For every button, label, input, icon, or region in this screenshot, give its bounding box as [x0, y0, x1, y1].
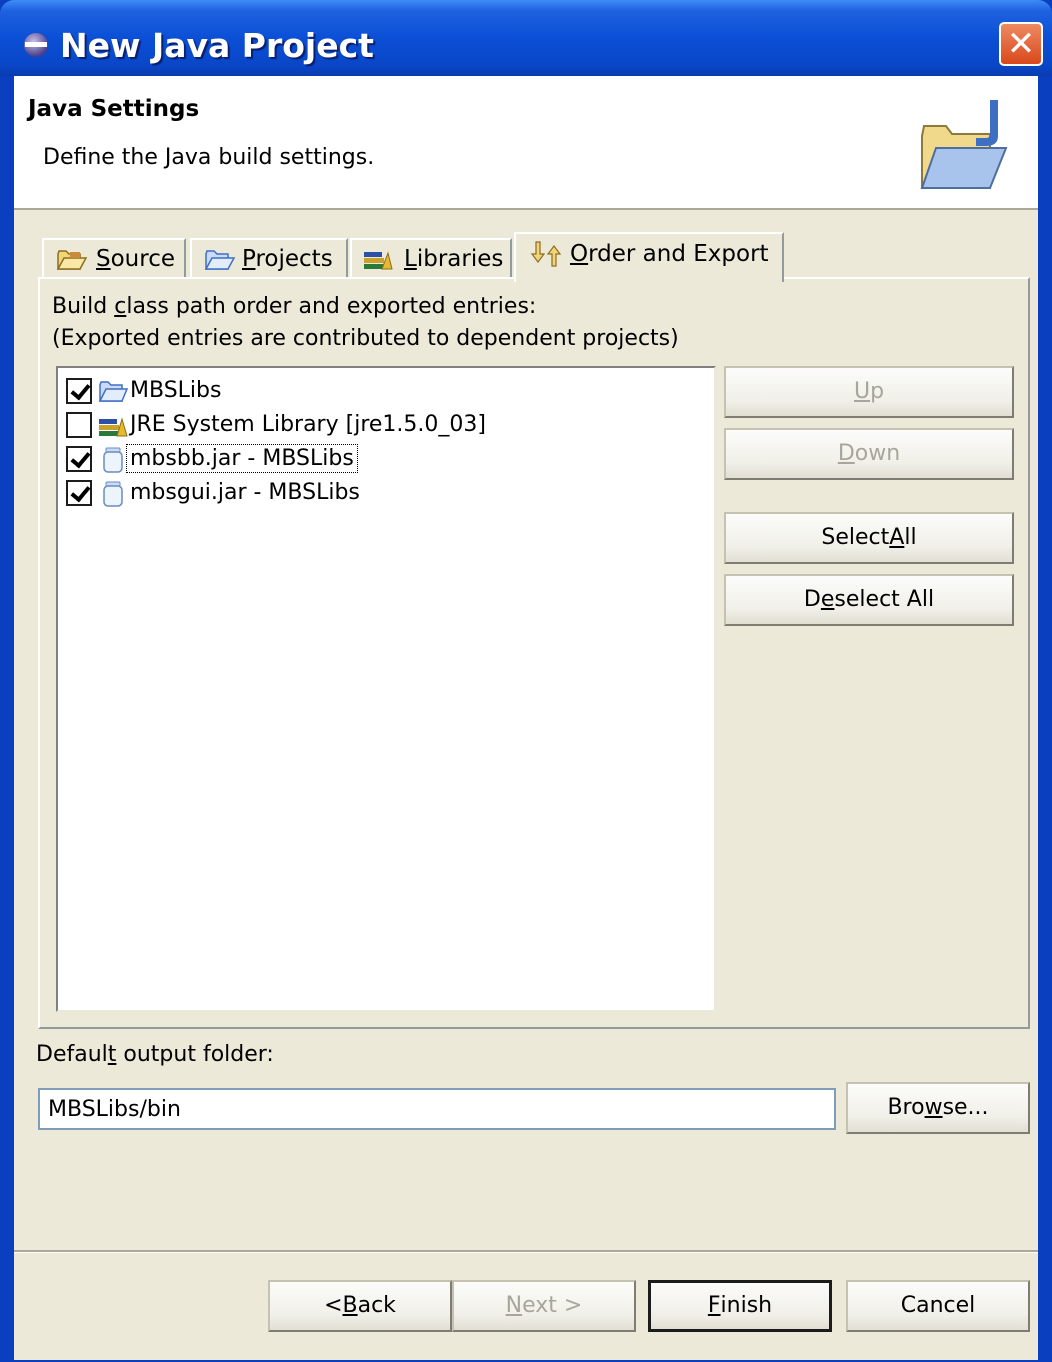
libraries-icon [364, 251, 393, 270]
next-button[interactable]: Next > [452, 1280, 636, 1332]
up-button[interactable]: Up [724, 366, 1014, 418]
entry-checkbox[interactable] [66, 446, 92, 472]
tab-order-and-export-label: Order and Export [570, 241, 769, 267]
source-folder-icon [56, 250, 88, 270]
dialog-client-area: Java Settings Define the Java build sett… [14, 76, 1038, 1360]
order-export-icon [530, 241, 562, 267]
window-title: New Java Project [60, 26, 374, 65]
finish-button[interactable]: Finish [648, 1280, 832, 1332]
cancel-button[interactable]: Cancel [846, 1280, 1030, 1332]
output-folder-field[interactable] [38, 1088, 836, 1130]
entry-label: MBSLibs [130, 378, 222, 403]
list-item[interactable]: mbsbb.jar - MBSLibs [58, 444, 698, 478]
deselect-all-button[interactable]: Deselect All [724, 574, 1014, 626]
wizard-header: Java Settings Define the Java build sett… [14, 76, 1038, 210]
entry-checkbox[interactable] [66, 480, 92, 506]
tab-libraries[interactable]: Libraries [350, 238, 512, 280]
tab-projects[interactable]: Projects [190, 238, 348, 280]
list-item[interactable]: JRE System Library [jre1.5.0_03] [58, 410, 698, 444]
footer-separator [14, 1250, 1038, 1253]
classpath-entry-list[interactable]: MBSLibs JRE System Library [jre1.5.0_03] [56, 366, 716, 1012]
dialog-window: New Java Project ✕ Java Settings Define … [0, 0, 1052, 1362]
back-button[interactable]: < Back [268, 1280, 452, 1332]
close-icon: ✕ [1006, 24, 1036, 64]
projects-folder-icon [204, 250, 236, 270]
entry-checkbox[interactable] [66, 412, 92, 438]
entry-checkbox[interactable] [66, 378, 92, 404]
entry-label: mbsbb.jar - MBSLibs [126, 444, 358, 473]
output-folder-label: Default output folder: [36, 1042, 274, 1067]
tab-libraries-label: Libraries [404, 246, 504, 272]
entry-label: mbsgui.jar - MBSLibs [130, 480, 360, 505]
page-title: Java Settings [28, 96, 200, 122]
eclipse-icon [24, 33, 48, 57]
tab-source-label: Source [96, 246, 176, 272]
title-bar[interactable]: New Java Project ✕ [0, 0, 1052, 76]
jar-icon [103, 447, 123, 473]
list-item[interactable]: mbsgui.jar - MBSLibs [58, 478, 698, 512]
java-project-wizard-icon [920, 100, 1008, 189]
project-folder-icon [98, 381, 128, 402]
page-description: Define the Java build settings. [43, 145, 375, 170]
entry-label: JRE System Library [jre1.5.0_03] [130, 412, 486, 437]
library-icon [99, 417, 128, 437]
list-item[interactable]: MBSLibs [58, 376, 698, 410]
jar-icon [103, 481, 123, 507]
tab-projects-label: Projects [242, 246, 333, 272]
panel-note: (Exported entries are contributed to dep… [52, 326, 679, 351]
browse-button[interactable]: Browse... [846, 1082, 1030, 1134]
close-button[interactable]: ✕ [999, 22, 1043, 66]
panel-instruction: Build class path order and exported entr… [52, 294, 537, 319]
down-button[interactable]: Down [724, 428, 1014, 480]
tab-order-and-export[interactable]: Order and Export [514, 232, 784, 282]
tab-source[interactable]: Source [42, 238, 186, 280]
select-all-button[interactable]: Select All [724, 512, 1014, 564]
